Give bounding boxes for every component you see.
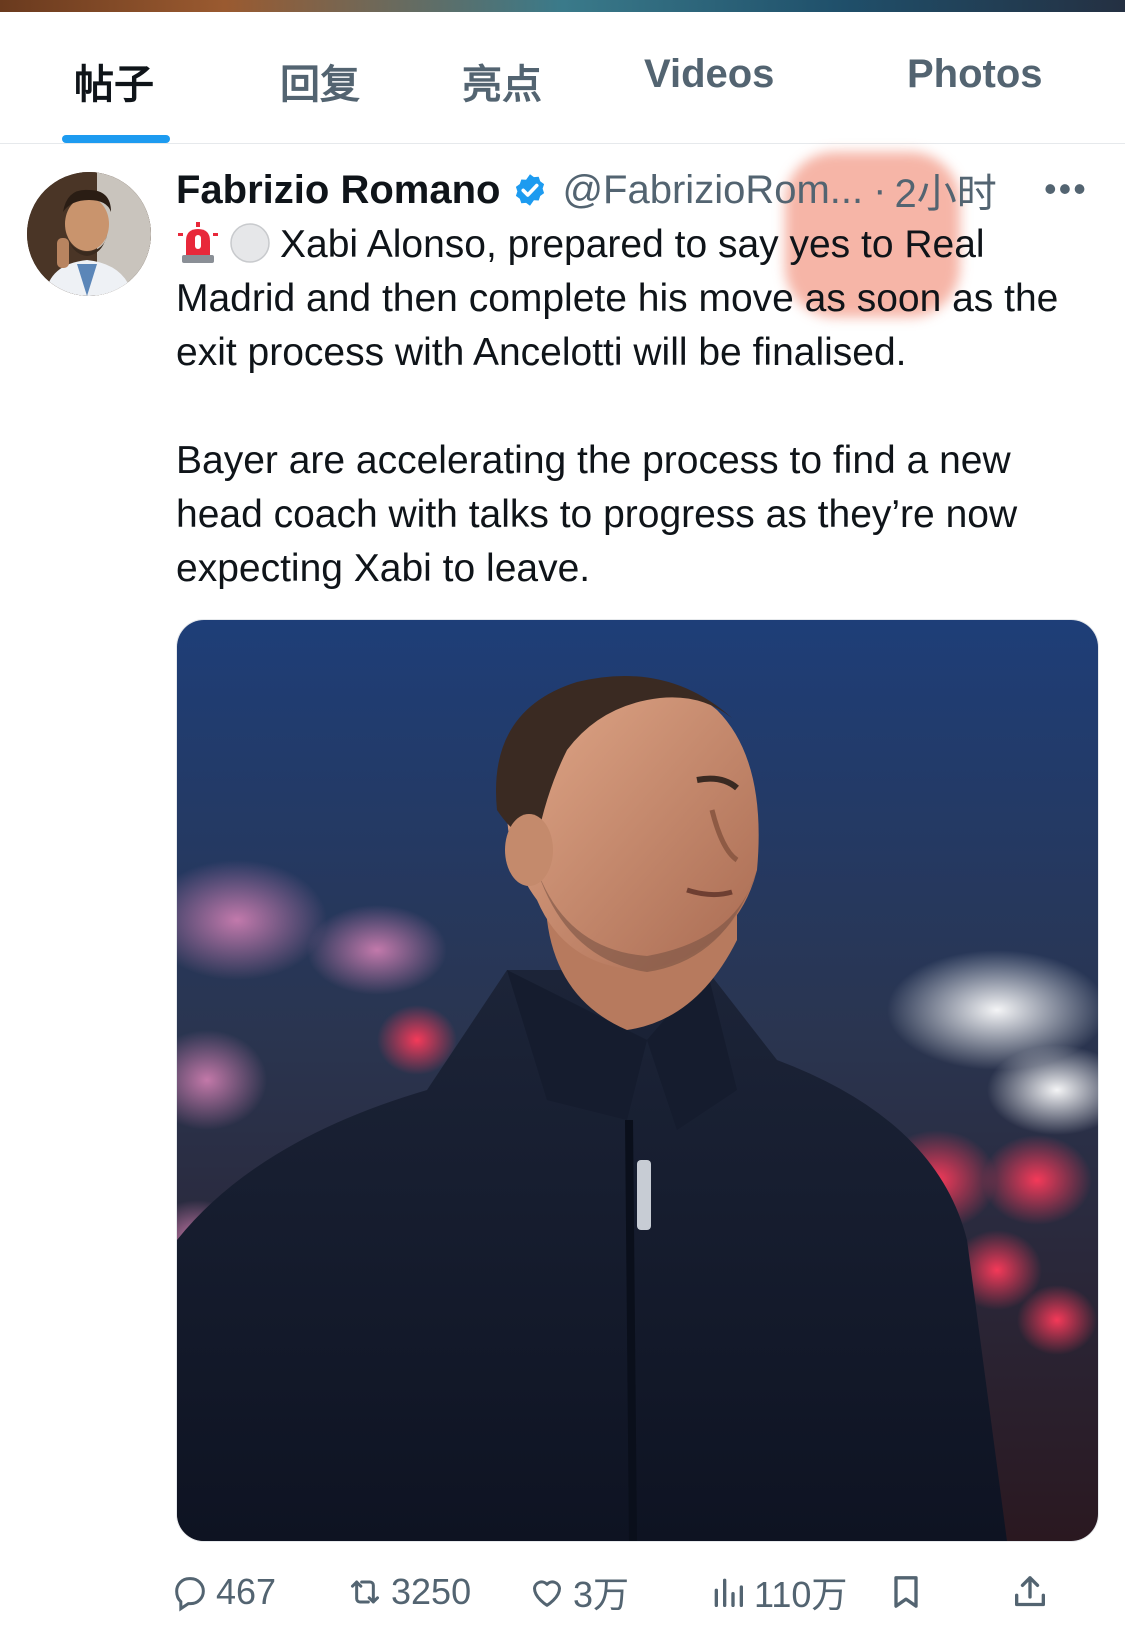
avatar[interactable] (27, 172, 151, 296)
bookmark-icon (894, 1576, 918, 1608)
tab-highlights[interactable]: 亮点 (462, 52, 542, 110)
tab-videos[interactable]: Videos (644, 52, 774, 97)
bookmark-button[interactable] (886, 1562, 932, 1622)
reply-icon (175, 1577, 205, 1612)
reply-count: 467 (216, 1571, 277, 1612)
active-tab-indicator (62, 135, 170, 143)
xabi-alonso-photo (177, 620, 1098, 1541)
tab-posts[interactable]: 帖子 (74, 52, 154, 110)
share-icon (1015, 1576, 1045, 1607)
like-button[interactable]: 3万 (527, 1562, 629, 1622)
status-bar-strip (0, 0, 1125, 12)
post-time[interactable]: 2小时 (894, 161, 996, 219)
tweet-paragraph-1: Xabi Alonso, prepared to say yes to Real… (176, 218, 1106, 380)
share-button[interactable] (1010, 1562, 1056, 1622)
more-options-icon[interactable]: ••• (1044, 168, 1088, 210)
views-button[interactable]: 110万 (708, 1562, 847, 1622)
white-circle-icon (230, 223, 270, 263)
author-handle[interactable]: @FabrizioRom... (562, 168, 863, 213)
views-chart-icon (714, 1578, 743, 1607)
profile-tabs: 帖子 回复 亮点 Videos Photos (0, 12, 1125, 144)
repost-count: 3250 (391, 1571, 472, 1612)
tweet-photo[interactable] (176, 619, 1099, 1542)
tweet-paragraph-1-text: Xabi Alonso, prepared to say yes to Real… (176, 223, 1059, 374)
verified-badge-icon (516, 174, 545, 206)
tweet-actions: 467 3250 3万 110万 (0, 1562, 1125, 1622)
like-count: 3万 (573, 1574, 630, 1615)
repost-button[interactable]: 3250 (345, 1562, 471, 1622)
heart-icon (533, 1580, 561, 1607)
tab-photos[interactable]: Photos (907, 52, 1043, 97)
rotating-light-icon (178, 222, 218, 263)
avatar-portrait (27, 172, 151, 296)
views-count: 110万 (754, 1574, 848, 1615)
author-name[interactable]: Fabrizio Romano (176, 168, 500, 213)
tweet-paragraph-2: Bayer are accelerating the process to fi… (176, 439, 1018, 590)
tab-replies[interactable]: 回复 (280, 52, 360, 110)
reply-button[interactable]: 467 (170, 1562, 276, 1622)
time-separator: · (873, 167, 887, 212)
repost-icon (351, 1580, 379, 1604)
tweet-body: Xabi Alonso, prepared to say yes to Real… (176, 218, 1106, 596)
tweet-header: Fabrizio Romano @FabrizioRom... · 2小时 (176, 162, 997, 218)
